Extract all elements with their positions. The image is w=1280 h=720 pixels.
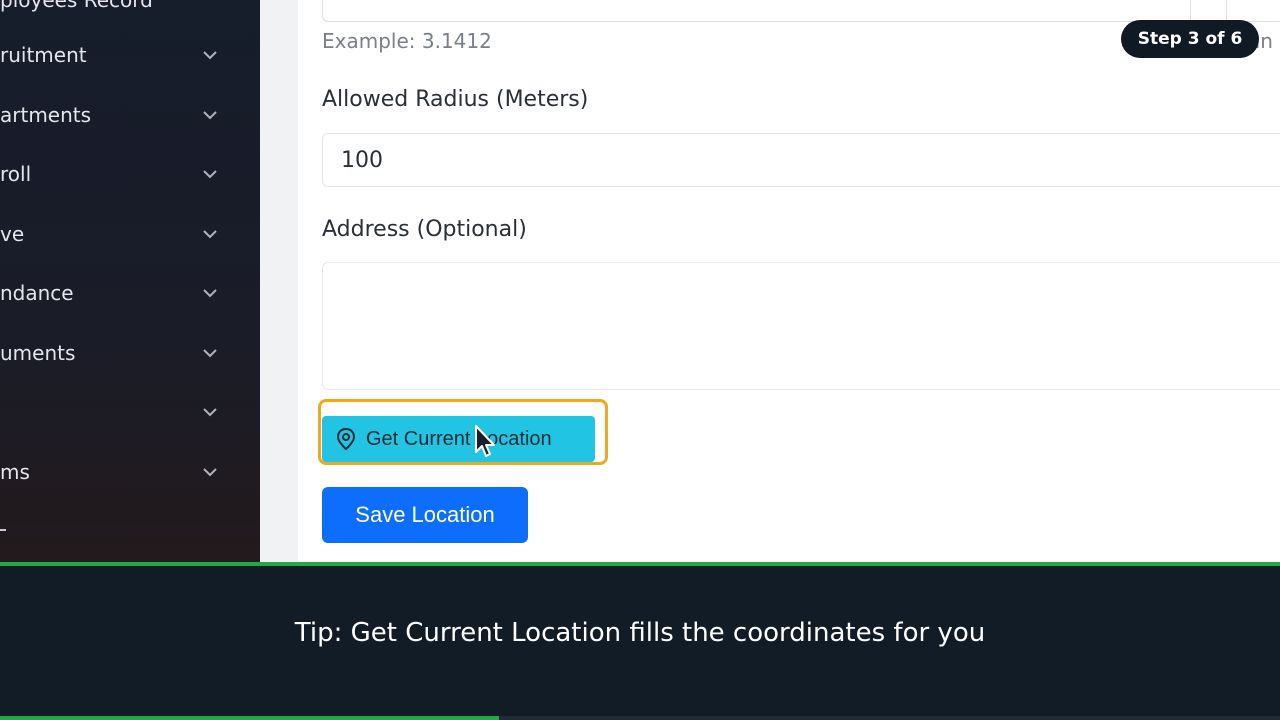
- sidebar-item-documents[interactable]: uments: [0, 333, 230, 373]
- sidebar-item-leave[interactable]: ve: [0, 214, 230, 254]
- coordinate-hint: Example: 3.1412: [322, 29, 492, 53]
- sidebar-item-label: ms: [0, 460, 30, 484]
- caption-bar: Tip: Get Current Location fills the coor…: [0, 562, 1280, 720]
- sidebar-item-label: ve: [0, 222, 25, 246]
- chevron-down-icon: [202, 107, 218, 123]
- sidebar-item-attendance[interactable]: ndance: [0, 273, 230, 313]
- address-label: Address (Optional): [322, 217, 527, 242]
- save-location-button[interactable]: Save Location: [322, 487, 528, 543]
- chevron-down-icon: [202, 404, 218, 420]
- sidebar-item-label: artments: [0, 103, 92, 127]
- chevron-down-icon: [202, 166, 218, 182]
- input-divider: [1226, 0, 1227, 20]
- sidebar: ployees Record ruitment artments roll ve…: [0, 0, 260, 562]
- chevron-down-icon: [202, 464, 218, 480]
- mouse-pointer-icon: [474, 424, 496, 458]
- sidebar-item-partial: [0, 529, 6, 531]
- chevron-down-icon: [202, 47, 218, 63]
- sidebar-item-label: roll: [0, 162, 32, 186]
- chevron-down-icon: [202, 226, 218, 242]
- map-pin-icon: [336, 428, 356, 450]
- chevron-down-icon: [202, 345, 218, 361]
- input-divider: [1190, 0, 1191, 20]
- sidebar-item-departments[interactable]: artments: [0, 95, 230, 135]
- coordinate-input[interactable]: [322, 0, 1280, 22]
- radius-input[interactable]: 100: [322, 133, 1280, 187]
- sidebar-item-payroll[interactable]: roll: [0, 154, 230, 194]
- content-gutter: [260, 0, 298, 562]
- sidebar-item-label: ruitment: [0, 43, 87, 67]
- get-current-location-button[interactable]: Get Current Location: [322, 416, 595, 462]
- tip-caption: Tip: Get Current Location fills the coor…: [294, 618, 986, 648]
- caption-divider: [0, 562, 1280, 566]
- sidebar-item-label: uments: [0, 341, 76, 365]
- sidebar-item-unlabeled[interactable]: [0, 392, 230, 432]
- sidebar-item-employees-record-partial[interactable]: ployees Record: [0, 0, 153, 12]
- sidebar-item-recruitment[interactable]: ruitment: [0, 35, 230, 75]
- sidebar-item-systems[interactable]: ms: [0, 452, 230, 492]
- progress-bar: [0, 716, 1280, 720]
- get-current-location-label: Get Current Location: [366, 427, 552, 450]
- chevron-down-icon: [202, 285, 218, 301]
- sidebar-item-label: ndance: [0, 281, 74, 305]
- radius-label: Allowed Radius (Meters): [322, 87, 589, 112]
- step-badge: Step 3 of 6: [1121, 20, 1259, 58]
- progress-fill: [0, 716, 500, 720]
- location-form: Example: 3.1412 an Allowed Radius (Meter…: [298, 0, 1280, 562]
- address-textarea[interactable]: [322, 262, 1280, 390]
